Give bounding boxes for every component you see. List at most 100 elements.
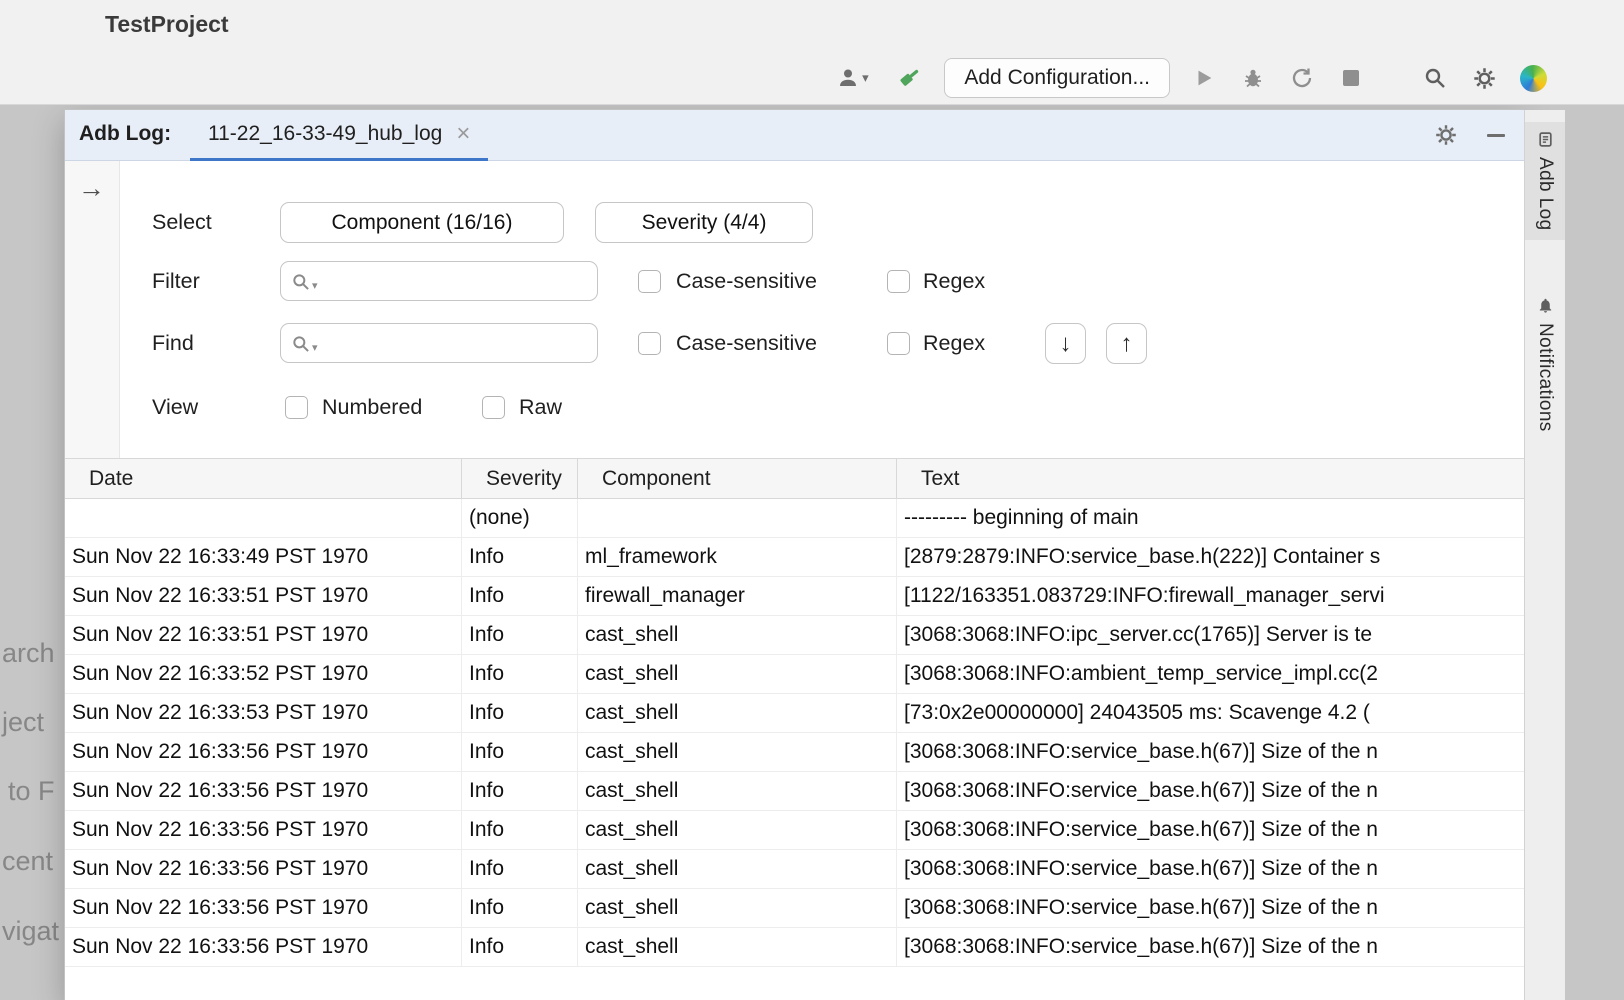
find-previous-button[interactable]: ↑ xyxy=(1106,323,1147,364)
log-tab[interactable]: 11-22_16-33-49_hub_log × xyxy=(190,110,488,161)
table-row[interactable]: Sun Nov 22 16:33:51 PST 1970Infocast_she… xyxy=(65,616,1524,655)
profiler-button[interactable] xyxy=(1287,63,1317,93)
cell-date: Sun Nov 22 16:33:53 PST 1970 xyxy=(65,694,462,732)
table-row[interactable]: Sun Nov 22 16:33:52 PST 1970Infocast_she… xyxy=(65,655,1524,694)
cell-component: cast_shell xyxy=(578,811,897,849)
hide-icon[interactable] xyxy=(1487,134,1505,137)
cell-component: cast_shell xyxy=(578,655,897,693)
collapse-arrow-icon[interactable]: → xyxy=(78,173,105,204)
cell-component: cast_shell xyxy=(578,694,897,732)
select-label: Select xyxy=(152,210,212,235)
background-fragment: arch xyxy=(2,638,55,669)
profile-avatar-button[interactable] xyxy=(1518,63,1548,93)
screen: arch ject to F cent vigat TestProject ▾ xyxy=(0,0,1624,1000)
debug-button[interactable] xyxy=(1238,63,1268,93)
cell-component: cast_shell xyxy=(578,733,897,771)
close-icon[interactable]: × xyxy=(456,124,470,144)
cell-severity: Info xyxy=(462,889,578,927)
cell-text: [73:0x2e00000000] 24043505 ms: Scavenge … xyxy=(897,694,1524,732)
cell-component: cast_shell xyxy=(578,850,897,888)
cell-severity: Info xyxy=(462,577,578,615)
column-header-component[interactable]: Component xyxy=(578,459,897,498)
filter-gutter: → xyxy=(65,161,120,458)
hammer-icon xyxy=(897,65,923,91)
find-case-sensitive-label[interactable]: Case-sensitive xyxy=(676,331,817,356)
tool-window-title: Adb Log: xyxy=(79,122,171,146)
cell-severity: Info xyxy=(462,694,578,732)
find-regex-checkbox[interactable] xyxy=(887,332,910,355)
table-row[interactable]: Sun Nov 22 16:33:53 PST 1970Infocast_she… xyxy=(65,694,1524,733)
filter-case-sensitive-checkbox[interactable] xyxy=(638,270,661,293)
filter-input[interactable] xyxy=(327,263,589,299)
column-header-severity[interactable]: Severity xyxy=(462,459,578,498)
gear-icon xyxy=(1472,66,1497,91)
stripe-tab-adb-log[interactable]: Adb Log xyxy=(1525,122,1565,240)
find-input[interactable] xyxy=(327,325,589,361)
filter-regex-checkbox[interactable] xyxy=(887,270,910,293)
cell-text: --------- beginning of main xyxy=(897,499,1524,537)
cell-component: cast_shell xyxy=(578,616,897,654)
cell-component: cast_shell xyxy=(578,889,897,927)
filter-label: Filter xyxy=(152,269,200,294)
chevron-down-icon: ▾ xyxy=(312,341,318,354)
filter-searchbox: ▾ xyxy=(280,261,598,301)
find-regex-label[interactable]: Regex xyxy=(923,331,985,356)
cell-text: [3068:3068:INFO:service_base.h(67)] Size… xyxy=(897,928,1524,966)
cell-component: ml_framework xyxy=(578,538,897,576)
find-case-sensitive-checkbox[interactable] xyxy=(638,332,661,355)
add-configuration-button[interactable]: Add Configuration... xyxy=(944,58,1170,98)
cell-component: firewall_manager xyxy=(578,577,897,615)
table-row[interactable]: Sun Nov 22 16:33:56 PST 1970Infocast_she… xyxy=(65,928,1524,967)
run-button[interactable] xyxy=(1189,63,1219,93)
filter-case-sensitive-label[interactable]: Case-sensitive xyxy=(676,269,817,294)
play-icon xyxy=(1193,67,1215,89)
table-row[interactable]: Sun Nov 22 16:33:56 PST 1970Infocast_she… xyxy=(65,850,1524,889)
background-fragment: vigat xyxy=(2,916,59,947)
cell-date: Sun Nov 22 16:33:49 PST 1970 xyxy=(65,538,462,576)
settings-button[interactable] xyxy=(1469,63,1499,93)
log-document-icon xyxy=(1537,131,1554,148)
table-row[interactable]: (none) --------- beginning of main xyxy=(65,499,1524,538)
stripe-tab-notifications[interactable]: Notifications xyxy=(1525,288,1565,441)
search-everywhere-button[interactable] xyxy=(1420,63,1450,93)
cell-date: Sun Nov 22 16:33:51 PST 1970 xyxy=(65,577,462,615)
numbered-checkbox[interactable] xyxy=(285,396,308,419)
titlebar: TestProject ▾ Add Configuration... xyxy=(0,0,1624,105)
arrow-down-icon: ↓ xyxy=(1060,330,1072,358)
cell-severity: Info xyxy=(462,928,578,966)
cell-severity: Info xyxy=(462,772,578,810)
table-row[interactable]: Sun Nov 22 16:33:49 PST 1970Infoml_frame… xyxy=(65,538,1524,577)
find-searchbox: ▾ xyxy=(280,323,598,363)
search-icon: ▾ xyxy=(291,333,318,354)
raw-checkbox[interactable] xyxy=(482,396,505,419)
cell-text: [3068:3068:INFO:service_base.h(67)] Size… xyxy=(897,772,1524,810)
severity-filter-button[interactable]: Severity (4/4) xyxy=(595,202,813,243)
table-row[interactable]: Sun Nov 22 16:33:56 PST 1970Infocast_she… xyxy=(65,889,1524,928)
table-row[interactable]: Sun Nov 22 16:33:56 PST 1970Infocast_she… xyxy=(65,772,1524,811)
raw-label[interactable]: Raw xyxy=(519,395,562,420)
table-row[interactable]: Sun Nov 22 16:33:51 PST 1970Infofirewall… xyxy=(65,577,1524,616)
chevron-down-icon: ▾ xyxy=(862,70,869,86)
table-row[interactable]: Sun Nov 22 16:33:56 PST 1970Infocast_she… xyxy=(65,811,1524,850)
find-next-button[interactable]: ↓ xyxy=(1045,323,1086,364)
view-label: View xyxy=(152,395,198,420)
numbered-label[interactable]: Numbered xyxy=(322,395,422,420)
build-button[interactable] xyxy=(895,63,925,93)
table-row[interactable]: Sun Nov 22 16:33:56 PST 1970Infocast_she… xyxy=(65,733,1524,772)
cell-date: Sun Nov 22 16:33:56 PST 1970 xyxy=(65,772,462,810)
component-filter-button[interactable]: Component (16/16) xyxy=(280,202,564,243)
stop-button[interactable] xyxy=(1336,63,1366,93)
cell-component: cast_shell xyxy=(578,928,897,966)
cell-text: [3068:3068:INFO:ipc_server.cc(1765)] Ser… xyxy=(897,616,1524,654)
column-header-text[interactable]: Text xyxy=(897,459,1524,498)
cell-severity: Info xyxy=(462,538,578,576)
cell-severity: Info xyxy=(462,655,578,693)
cell-severity: (none) xyxy=(462,499,578,537)
user-menu-button[interactable]: ▾ xyxy=(828,63,876,93)
filter-regex-label[interactable]: Regex xyxy=(923,269,985,294)
right-tool-stripe: Adb Log Notifications xyxy=(1524,110,1565,1000)
cell-severity: Info xyxy=(462,811,578,849)
column-header-date[interactable]: Date xyxy=(65,459,462,498)
cell-severity: Info xyxy=(462,733,578,771)
tool-window-options-button[interactable] xyxy=(1434,123,1458,152)
